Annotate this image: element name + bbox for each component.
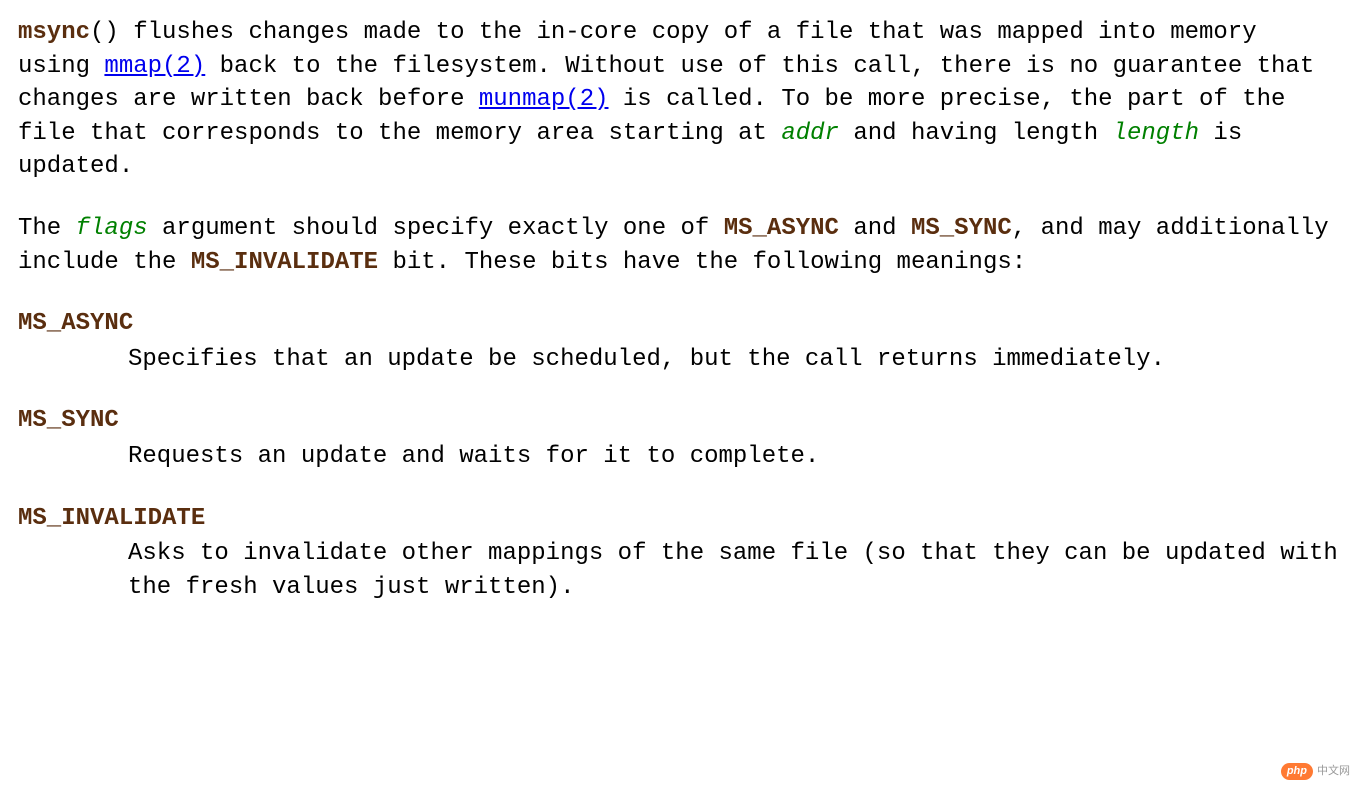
- const-ms-sync: MS_SYNC: [911, 215, 1012, 242]
- def-body-ms-sync: Requests an update and waits for it to c…: [128, 440, 1340, 474]
- def-body-ms-invalidate: Asks to invalidate other mappings of the…: [128, 537, 1340, 604]
- paragraph-2: The flags argument should specify exactl…: [18, 212, 1340, 279]
- def-term-ms-sync: MS_SYNC: [18, 404, 1340, 438]
- text: and having length: [839, 120, 1113, 147]
- param-flags: flags: [76, 215, 148, 242]
- text: argument should specify exactly one of: [148, 215, 724, 242]
- param-length: length: [1113, 120, 1199, 147]
- text: The: [18, 215, 76, 242]
- const-ms-invalidate: MS_INVALIDATE: [191, 249, 378, 276]
- def-term-ms-async: MS_ASYNC: [18, 307, 1340, 341]
- link-mmap[interactable]: mmap(2): [104, 53, 205, 80]
- watermark: php 中文网: [1281, 763, 1350, 780]
- link-munmap[interactable]: munmap(2): [479, 86, 609, 113]
- paragraph-1: msync() flushes changes made to the in-c…: [18, 16, 1340, 184]
- function-name: msync: [18, 19, 90, 46]
- def-term-ms-invalidate: MS_INVALIDATE: [18, 502, 1340, 536]
- watermark-text: 中文网: [1317, 764, 1350, 779]
- const-ms-async: MS_ASYNC: [724, 215, 839, 242]
- param-addr: addr: [781, 120, 839, 147]
- watermark-badge: php: [1281, 763, 1313, 780]
- text: bit. These bits have the following meani…: [378, 249, 1026, 276]
- text: and: [839, 215, 911, 242]
- def-body-ms-async: Specifies that an update be scheduled, b…: [128, 343, 1340, 377]
